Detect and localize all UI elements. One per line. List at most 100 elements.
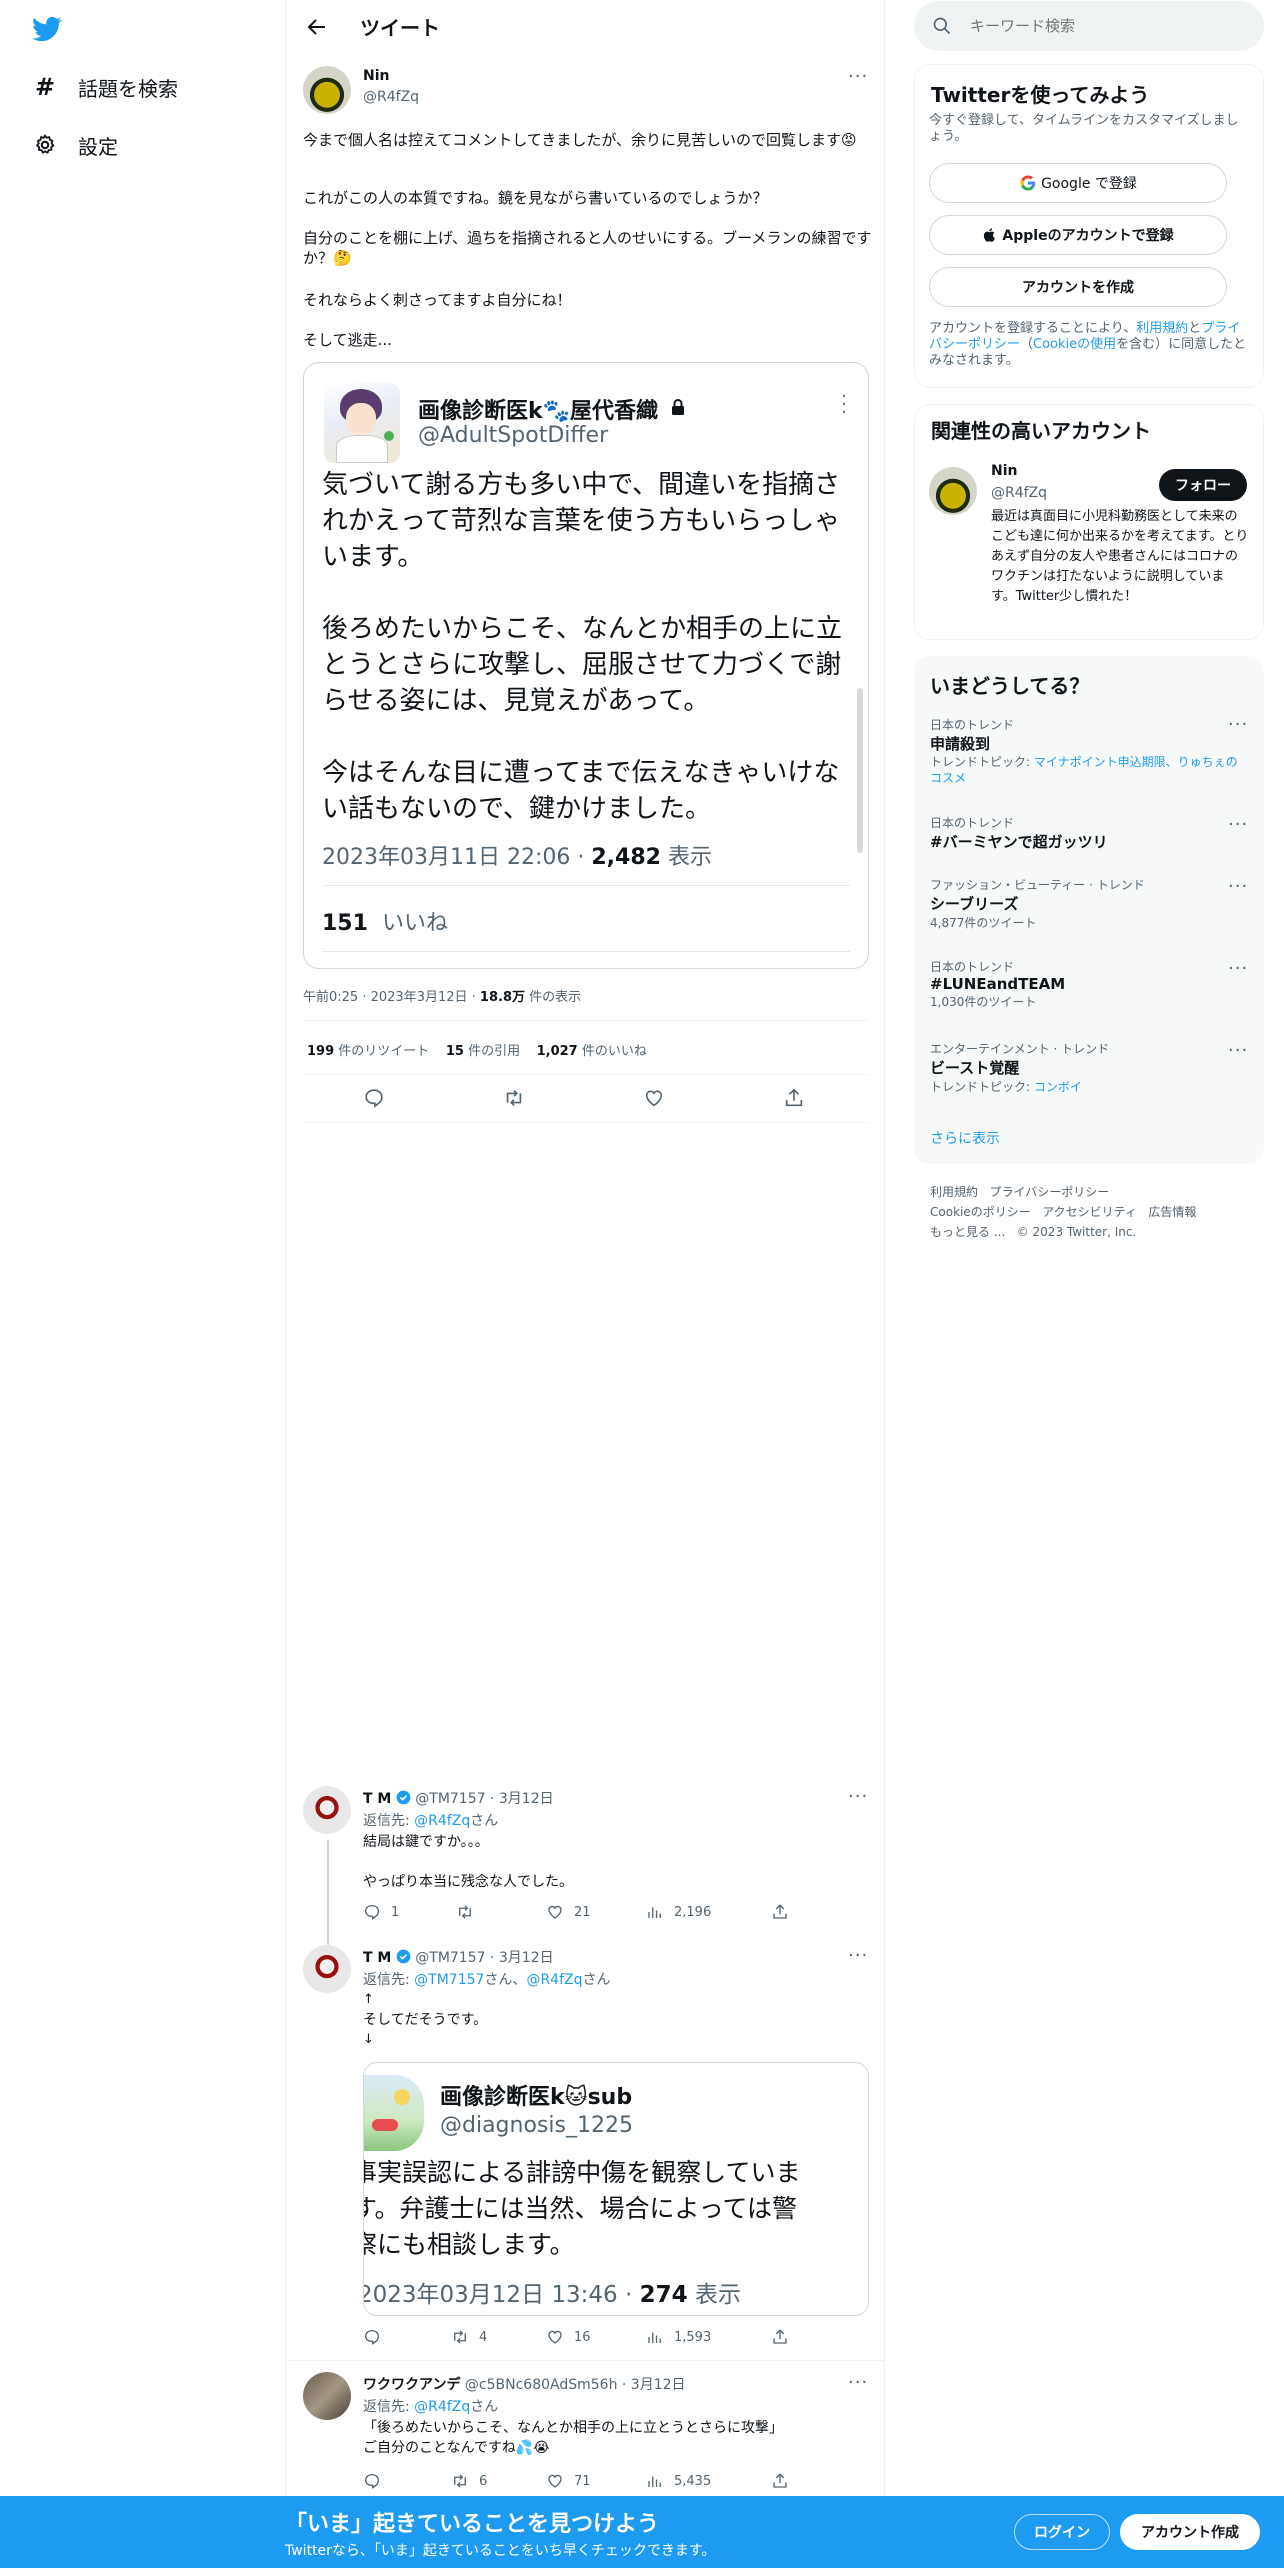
related-account-name[interactable]: Nin [991, 463, 1017, 479]
google-signup-button[interactable]: Google で登録 [929, 163, 1227, 203]
author-handle[interactable]: @R4fZq [363, 89, 419, 105]
search-box[interactable] [914, 1, 1264, 51]
back-arrow-icon[interactable] [304, 14, 330, 40]
scrollbar [857, 688, 863, 853]
copyright: © 2023 Twitter, Inc. [1016, 1225, 1137, 1239]
show-more-link[interactable]: さらに表示 [930, 1128, 1000, 1148]
more-options-icon[interactable]: ··· [1228, 816, 1248, 834]
lock-icon [672, 399, 684, 415]
quoted-timestamp: 2023年03月12日 13:46 · 274 表示 [363, 2282, 741, 2308]
reply-button[interactable] [363, 2328, 391, 2346]
banner-title: 「いま」起きていることを見つけよう [285, 2512, 660, 2537]
retweet-button[interactable]: 4 [451, 2328, 487, 2346]
trends-panel: いまどうしてる？ 日本のトレンド 申請殺到 トレンドトピック: マイナポイント申… [914, 656, 1264, 1164]
divider [303, 1122, 869, 1123]
more-options-icon[interactable]: ··· [848, 1947, 868, 1965]
nav-explore[interactable]: # 話題を検索 [32, 67, 178, 107]
signup-button[interactable]: アカウント作成 [1120, 2514, 1260, 2550]
login-banner: 「いま」起きていることを見つけよう Twitterなら、「いま」起きていることを… [0, 2496, 1284, 2568]
share-icon[interactable] [783, 1087, 805, 1109]
divider [303, 1074, 869, 1075]
left-nav: # 話題を検索 設定 [0, 0, 285, 2568]
views-button[interactable]: 5,435 [646, 2472, 711, 2490]
hashtag-icon: # [34, 73, 56, 101]
trend-item[interactable]: 日本のトレンド #バーミヤンで超ガッツリ [930, 814, 1248, 852]
footer-link[interactable]: Cookieのポリシー [930, 1205, 1031, 1219]
more-options-icon[interactable]: ··· [848, 1788, 868, 1806]
reply-button[interactable]: 1 [363, 1903, 399, 1921]
footer-link[interactable]: 広告情報 [1148, 1205, 1196, 1219]
quoted-author-handle: @diagnosis_1225 [440, 2113, 633, 2138]
share-icon[interactable] [771, 1903, 789, 1921]
avatar[interactable] [303, 2372, 351, 2420]
quoted-tweet-image[interactable]: 画像診断医k🐱sub @diagnosis_1225 事実誤認による誹謗中傷を観… [363, 2062, 869, 2316]
follow-button[interactable]: フォロー [1159, 469, 1247, 501]
signup-subtitle: 今すぐ登録して、タイムラインをカスタマイズしましょう。 [929, 113, 1239, 144]
more-options-icon[interactable]: ··· [1228, 960, 1248, 978]
footer-link[interactable]: プライバシーポリシー [989, 1185, 1109, 1199]
retweet-button[interactable]: 6 [451, 2472, 487, 2490]
nav-settings[interactable]: 設定 [32, 125, 118, 165]
main-column: ツイート Nin @R4fZq ··· 今まで個人名は控えてコメントしてきました… [285, 0, 885, 2568]
create-account-button[interactable]: アカウントを作成 [929, 267, 1227, 307]
share-icon[interactable] [771, 2328, 789, 2346]
trend-item[interactable]: エンターテインメント · トレンド ビースト覚醒 トレンドトピック: コンボイ [930, 1040, 1248, 1095]
footer-more-link[interactable]: もっと見る ... [930, 1225, 1005, 1239]
search-icon [933, 17, 951, 35]
quoted-author-handle: @AdultSpotDiffer [418, 423, 609, 448]
banner-subtitle: Twitterなら、「いま」起きていることをいち早くチェックできます。 [285, 2543, 716, 2559]
reply-header: T M @TM7157 · 3月12日 [363, 1790, 554, 1807]
avatar[interactable] [303, 1786, 351, 1834]
like-button[interactable]: 71 [546, 2472, 591, 2490]
like-button[interactable]: 21 [546, 1903, 591, 1921]
tweet-paragraph: 自分のことを棚に上げ、過ちを指摘されると人のせいにする。ブーメランの練習ですか？… [303, 229, 872, 267]
tweet-timestamp: 午前0:25 · 2023年3月12日 · 18.8万 件の表示 [303, 990, 582, 1005]
nav-settings-label: 設定 [78, 134, 118, 159]
reply-to: 返信先: @R4fZqさん [363, 1813, 499, 1829]
author-name[interactable]: Nin [363, 68, 389, 84]
more-options-icon[interactable]: ··· [1228, 1042, 1248, 1060]
apple-signup-button[interactable]: Appleのアカウントで登録 [929, 215, 1227, 255]
share-icon[interactable] [771, 2472, 789, 2490]
reply-icon[interactable] [363, 1087, 385, 1109]
trends-title: いまどうしてる？ [930, 674, 1090, 698]
quotes-stat[interactable]: 15 件の引用 [446, 1044, 520, 1059]
reply-button[interactable] [363, 2472, 391, 2490]
quoted-author-name: 画像診断医k🐾屋代香織 [418, 399, 659, 424]
tweet-paragraph: これがこの人の本質ですね。鏡を見ながら書いているのでしょうか？ [303, 189, 768, 207]
views-button[interactable]: 1,593 [646, 2328, 711, 2346]
search-input[interactable] [970, 14, 1250, 38]
page-title: ツイート [360, 16, 440, 40]
like-button[interactable]: 16 [546, 2328, 591, 2346]
avatar[interactable] [303, 66, 351, 114]
more-options-icon[interactable]: ··· [848, 2374, 868, 2392]
footer-link[interactable]: 利用規約 [930, 1185, 978, 1199]
twitter-logo-icon[interactable] [30, 14, 64, 44]
retweet-button[interactable] [456, 1903, 484, 1921]
signup-terms: アカウントを登録することにより、利用規約とプライバシーポリシー（Cookieの使… [929, 321, 1247, 368]
avatar[interactable] [929, 467, 977, 515]
reply-to: 返信先: @R4fZqさん [363, 2399, 499, 2415]
divider [322, 951, 850, 952]
trend-item[interactable]: 日本のトレンド #LUNEandTEAM 1,030件のツイート [930, 958, 1248, 1010]
signup-title: Twitterを使ってみよう [931, 83, 1150, 107]
more-options-icon[interactable]: ··· [848, 68, 868, 86]
avatar[interactable] [303, 1945, 351, 1993]
footer-link[interactable]: アクセシビリティ [1042, 1205, 1137, 1219]
retweet-icon[interactable] [503, 1087, 525, 1109]
reply-text: 「後ろめたいからこそ、なんとか相手の上に立とうとさらに攻撃」 [363, 2420, 783, 2436]
likes-stat[interactable]: 1,027 件のいいね [537, 1044, 647, 1059]
retweets-stat[interactable]: 199 件のリツイート [307, 1044, 429, 1059]
more-options-icon[interactable]: ··· [1228, 878, 1248, 896]
google-icon [1020, 175, 1036, 191]
like-icon[interactable] [643, 1087, 665, 1109]
quoted-author-name: 画像診断医k🐱sub [440, 2085, 633, 2110]
views-button[interactable]: 2,196 [646, 1903, 711, 1921]
related-account-handle[interactable]: @R4fZq [991, 485, 1047, 501]
login-button[interactable]: ログイン [1014, 2514, 1110, 2550]
trend-item[interactable]: ファッション・ビューティー · トレンド シーブリーズ 4,877件のツイート [930, 876, 1248, 931]
reply-text: ↑ [363, 1992, 374, 2007]
more-options-icon[interactable]: ··· [1228, 716, 1248, 734]
trend-item[interactable]: 日本のトレンド 申請殺到 トレンドトピック: マイナポイント申込期限、りゅちぇの… [930, 716, 1248, 786]
quoted-tweet-image[interactable]: 画像診断医k🐾屋代香織 @AdultSpotDiffer · · · 気づいて謝る方… [303, 362, 869, 969]
